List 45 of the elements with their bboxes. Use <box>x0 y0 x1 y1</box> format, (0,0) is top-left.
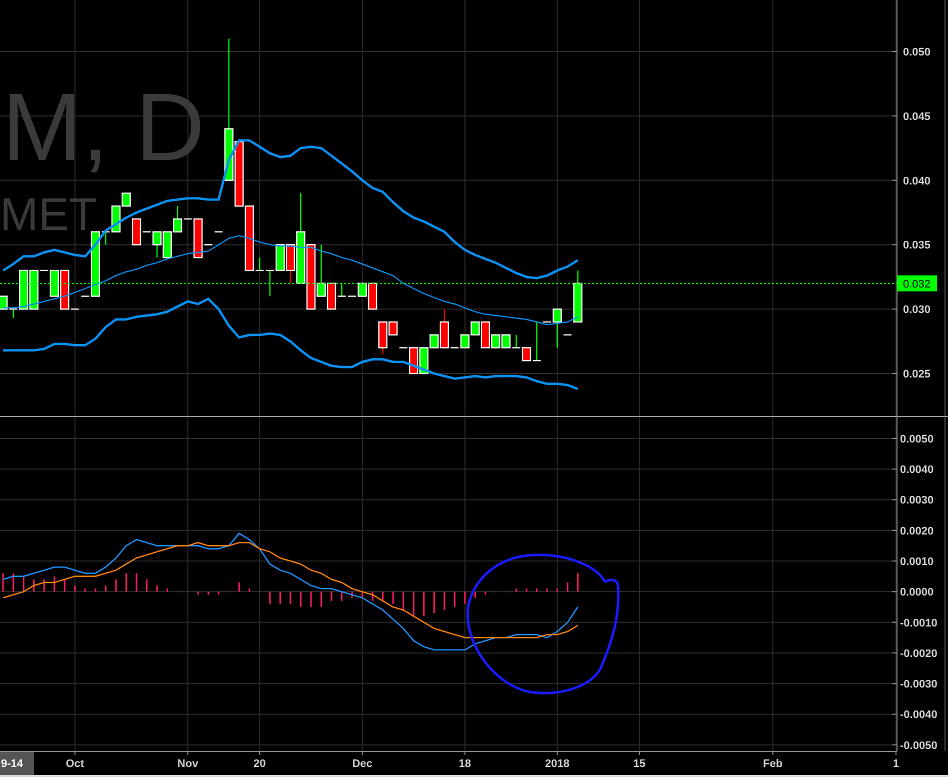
candlestick <box>214 231 223 232</box>
candlestick <box>564 334 572 336</box>
axis-label: 0.0050 <box>900 433 934 446</box>
candlestick <box>399 347 408 348</box>
axis-label: 0.025 <box>903 368 931 380</box>
candlestick <box>162 231 172 258</box>
axis-label: Oct <box>66 758 84 770</box>
candlestick <box>306 244 316 310</box>
axis-label: 0.035 <box>903 240 931 252</box>
axis-label: -0.0050 <box>900 740 938 752</box>
axis-label: 0.0030 <box>900 494 934 507</box>
candlestick <box>512 334 520 348</box>
axis-label: 0.045 <box>903 110 931 123</box>
axis-label: 0.050 <box>903 46 931 59</box>
axis-label: Feb <box>763 758 783 770</box>
candlestick <box>256 258 264 272</box>
candlestick <box>501 334 511 348</box>
candlestick <box>266 270 274 296</box>
candlestick <box>29 270 38 310</box>
axis-label: 0.040 <box>903 175 931 188</box>
candlestick <box>409 347 418 374</box>
axis-label: 0.0040 <box>900 464 934 476</box>
axis-label: -0.0030 <box>900 678 938 691</box>
axis-label: Nov <box>177 758 198 770</box>
price-tag: 0.032 <box>897 275 937 292</box>
symbol-watermark: MET <box>0 188 98 240</box>
symbol-watermark: M, D <box>2 74 205 181</box>
axis-label: 0.0010 <box>900 556 934 568</box>
candlestick <box>573 270 582 323</box>
axis-label: 0.030 <box>903 304 931 316</box>
ref-line-label: 0.032 <box>903 278 931 290</box>
axis-label: 1 <box>892 758 900 770</box>
axis-label: 18 <box>458 758 472 770</box>
candlestick <box>19 270 28 310</box>
axis-label: -0.0010 <box>900 617 938 630</box>
axis-label: 20 <box>254 758 266 770</box>
axis-label: 0.0020 <box>900 525 934 538</box>
axis-label: 15 <box>633 758 646 770</box>
axis-label: 0.0000 <box>900 586 934 599</box>
candlestick <box>244 205 254 272</box>
date-cursor-label: 9-14 <box>0 752 34 775</box>
axis-label: 2018 <box>545 758 570 770</box>
axis-label: Dec <box>352 758 372 770</box>
axis-label: -0.0040 <box>900 709 938 722</box>
axis-label: -0.0020 <box>900 648 938 660</box>
